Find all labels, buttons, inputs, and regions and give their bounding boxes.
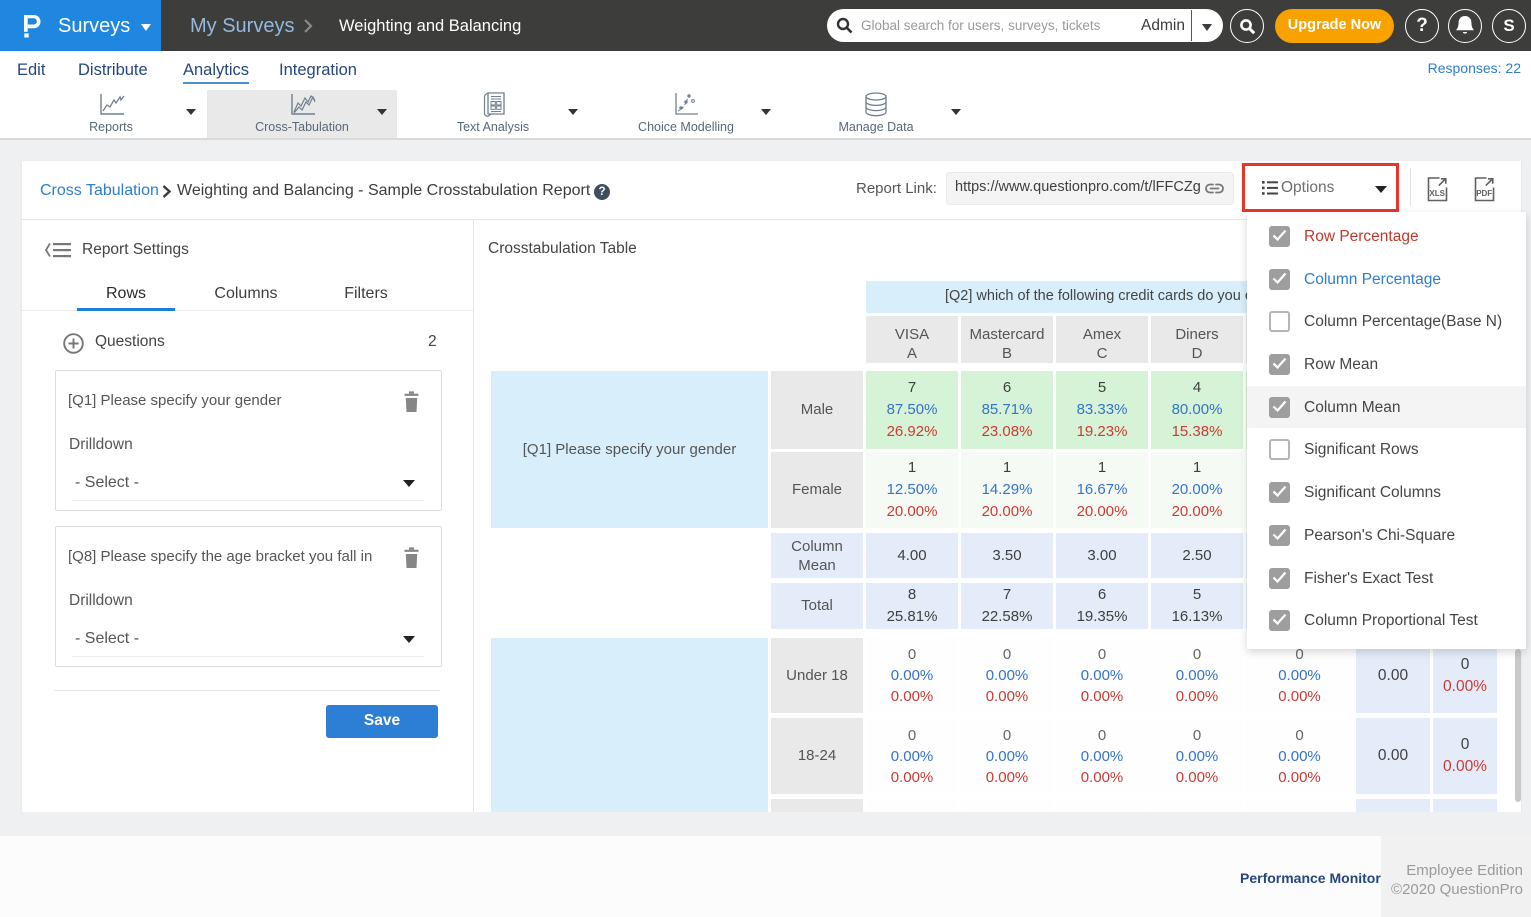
svg-text:PDF: PDF bbox=[1476, 189, 1492, 198]
svg-text:XLS: XLS bbox=[1429, 189, 1445, 198]
